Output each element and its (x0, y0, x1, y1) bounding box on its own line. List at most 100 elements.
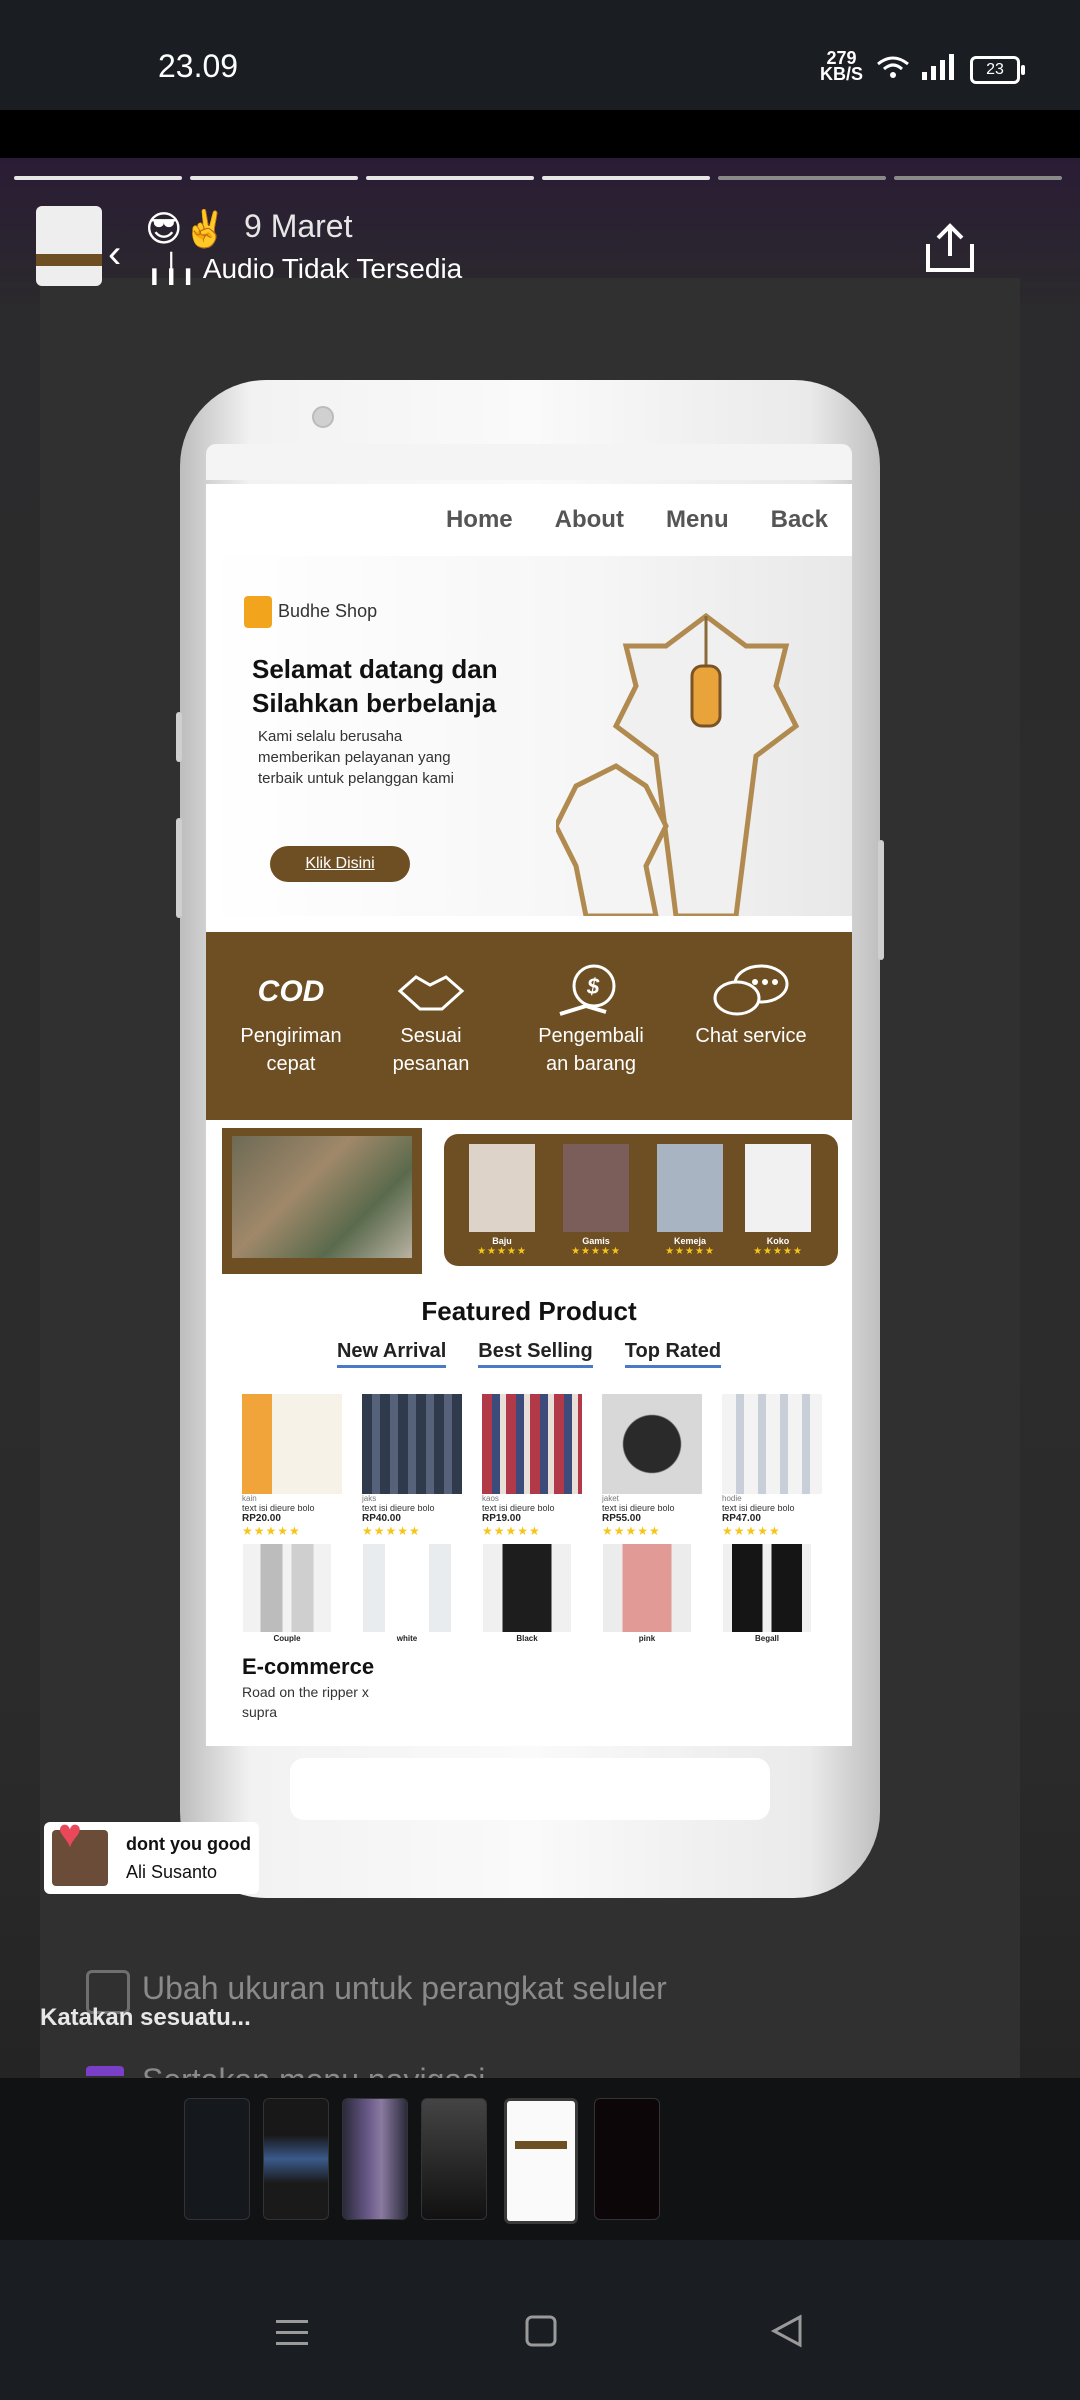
product-desc: text isi dieure bolo (362, 1503, 435, 1513)
phone-side-button (176, 712, 182, 762)
tab-best-selling[interactable]: Best Selling (478, 1340, 593, 1368)
promo-photo (222, 1128, 422, 1274)
reply-input[interactable]: Katakan sesuatu... (40, 2004, 251, 2032)
feature-item: Chat service (686, 962, 816, 1050)
thumbnail-strip (515, 2141, 567, 2149)
product-card[interactable]: jaks text isi dieure bolo RP40.00 ★★★★★ (362, 1394, 462, 1538)
back-chevron-icon[interactable]: ‹ (108, 232, 121, 277)
hero-description: Kami selalu berusaha memberikan pelayana… (258, 728, 454, 787)
story-progress-bars (14, 176, 1062, 180)
checkbox-checked-icon (86, 2066, 124, 2076)
cta-button[interactable]: Klik Disini (270, 846, 410, 882)
category-item[interactable]: Baju ★★★★★ (468, 1144, 536, 1257)
heart-icon: ♥ (58, 1812, 82, 1856)
category-image (745, 1144, 811, 1232)
brand-name: Budhe Shop (278, 600, 378, 621)
net-speed-unit: KB/S (820, 64, 864, 84)
model-card[interactable]: Black (482, 1544, 572, 1643)
rating-stars: ★★★★★ (242, 1524, 301, 1538)
model-card[interactable]: Begall (722, 1544, 812, 1643)
model-card[interactable]: Couple (242, 1544, 332, 1643)
profile-avatar[interactable] (36, 206, 102, 286)
nav-menu[interactable]: Menu (666, 506, 729, 534)
story-thumbnail[interactable] (184, 2098, 250, 2220)
phone-top-bar (206, 444, 852, 480)
product-desc: text isi dieure bolo (242, 1503, 315, 1513)
share-icon[interactable] (922, 222, 978, 274)
tab-new-arrival[interactable]: New Arrival (336, 1340, 447, 1368)
model-label: pink (638, 1634, 656, 1643)
category-item[interactable]: Gamis ★★★★★ (562, 1144, 630, 1257)
rating-stars: ★★★★★ (722, 1524, 781, 1538)
feature-item: Sesuai pesanan (366, 962, 496, 1078)
lantern-decoration-icon (556, 612, 800, 916)
progress-segment (894, 176, 1062, 180)
product-card[interactable]: hodie text isi dieure bolo RP47.00 ★★★★★ (722, 1394, 822, 1538)
phone-bottom-bar (290, 1758, 770, 1820)
tab-top-rated[interactable]: Top Rated (624, 1340, 722, 1368)
status-bar: 23.09 279 KB/S 23 (0, 0, 1080, 110)
hero-banner: Budhe Shop Selamat datang dan Silahkan b… (206, 556, 852, 916)
nav-about[interactable]: About (555, 506, 624, 534)
music-sticker[interactable]: ♥ dont you good Ali Susanto (44, 1812, 259, 1894)
product-price: RP40.00 (362, 1513, 401, 1524)
product-price: RP55.00 (602, 1513, 641, 1524)
category-panel: Baju ★★★★★ Gamis ★★★★★ Kemeja ★★★★★ Koko… (444, 1134, 838, 1266)
model-label: Begall (754, 1634, 779, 1643)
product-name: kaos (482, 1494, 499, 1503)
product-image (482, 1394, 582, 1494)
category-item[interactable]: Kemeja ★★★★★ (656, 1144, 724, 1257)
product-card[interactable]: kaos text isi dieure bolo RP19.00 ★★★★★ (482, 1394, 582, 1538)
story-thumbnail[interactable] (342, 2098, 408, 2220)
hero-title: Selamat datang dan Silahkan berbelanja (252, 654, 498, 718)
model-card[interactable]: pink (602, 1544, 692, 1643)
product-price: RP20.00 (242, 1513, 281, 1524)
site-nav: Home About Menu Back (206, 484, 852, 556)
model-image (603, 1544, 691, 1632)
progress-segment (14, 176, 182, 180)
wifi-signal-icon (877, 54, 954, 80)
audio-status-label: Audio Tidak Tersedia (202, 253, 463, 284)
progress-segment (718, 176, 886, 180)
product-name: jaket (602, 1494, 619, 1503)
home-icon[interactable] (524, 2314, 558, 2348)
model-label: white (396, 1634, 418, 1643)
product-price: RP19.00 (482, 1513, 521, 1524)
song-title: dont you good (126, 1834, 251, 1854)
top-band (0, 110, 1080, 158)
rating-stars: ★★★★★ (571, 1246, 621, 1257)
story-thumbnail[interactable] (263, 2098, 329, 2220)
category-item[interactable]: Koko ★★★★★ (744, 1144, 812, 1257)
model-label: Couple (273, 1634, 301, 1643)
category-label: Koko (766, 1236, 790, 1246)
feature-item: COD Pengiriman cepat (226, 962, 356, 1078)
feature-label: Pengembali an barang (538, 1025, 644, 1075)
story-thumbnail-tray (0, 2078, 1080, 2240)
model-card[interactable]: white (362, 1544, 452, 1643)
story-emoji: 😎✌️ (145, 208, 228, 249)
story-thumbnail[interactable] (594, 2098, 660, 2220)
battery-icon: 23 (970, 56, 1025, 84)
brand-logo: Budhe Shop (244, 596, 377, 628)
rating-stars: ★★★★★ (665, 1246, 715, 1257)
nav-home[interactable]: Home (446, 506, 513, 534)
cod-truck-icon: COD (257, 975, 325, 1008)
money-return-icon: $ (526, 962, 656, 1022)
phone-camera (312, 406, 334, 428)
product-card[interactable]: kain text isi dieure bolo RP20.00 ★★★★★ (242, 1394, 342, 1538)
nav-back[interactable]: Back (771, 506, 828, 534)
clock: 23.09 (158, 48, 239, 84)
back-triangle-icon[interactable] (770, 2314, 804, 2348)
story-thumbnail[interactable] (421, 2098, 487, 2220)
product-card[interactable]: jaket text isi dieure bolo RP55.00 ★★★★★ (602, 1394, 702, 1538)
product-price: RP47.00 (722, 1513, 761, 1524)
song-artist: Ali Susanto (126, 1862, 218, 1882)
recents-menu-icon[interactable] (272, 2316, 312, 2350)
story-thumbnail-selected[interactable] (504, 2098, 578, 2224)
rating-stars: ★★★★★ (362, 1524, 421, 1538)
phone-side-button (176, 818, 182, 918)
category-image (657, 1144, 723, 1232)
product-name: hodie (722, 1494, 742, 1503)
product-desc: text isi dieure bolo (722, 1503, 795, 1513)
progress-segment (366, 176, 534, 180)
